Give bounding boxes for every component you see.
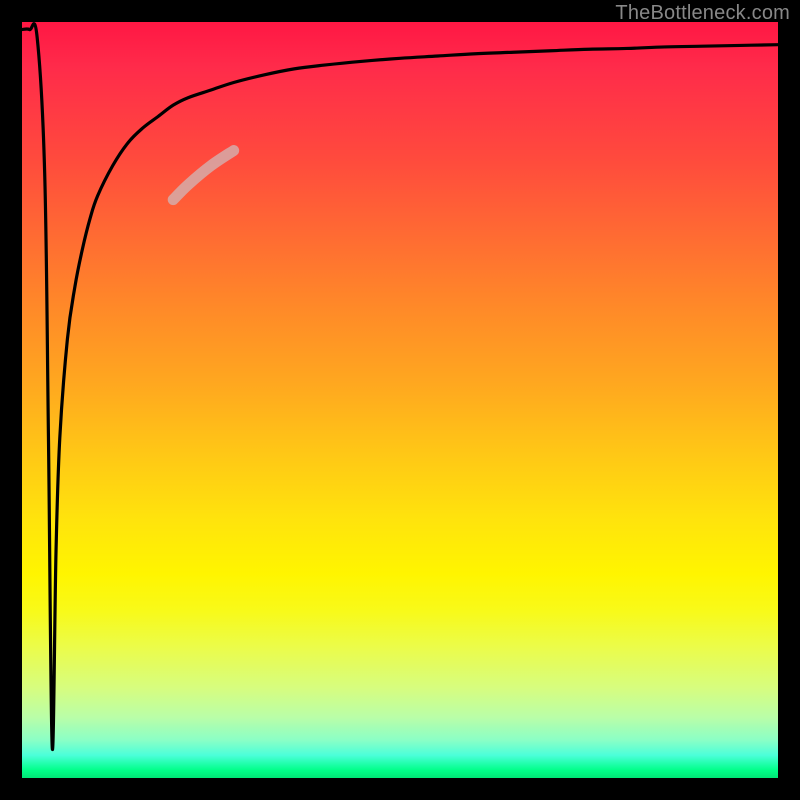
severity-gradient-background	[22, 22, 778, 778]
attribution-text: TheBottleneck.com	[615, 2, 790, 25]
plot-area	[22, 22, 778, 778]
